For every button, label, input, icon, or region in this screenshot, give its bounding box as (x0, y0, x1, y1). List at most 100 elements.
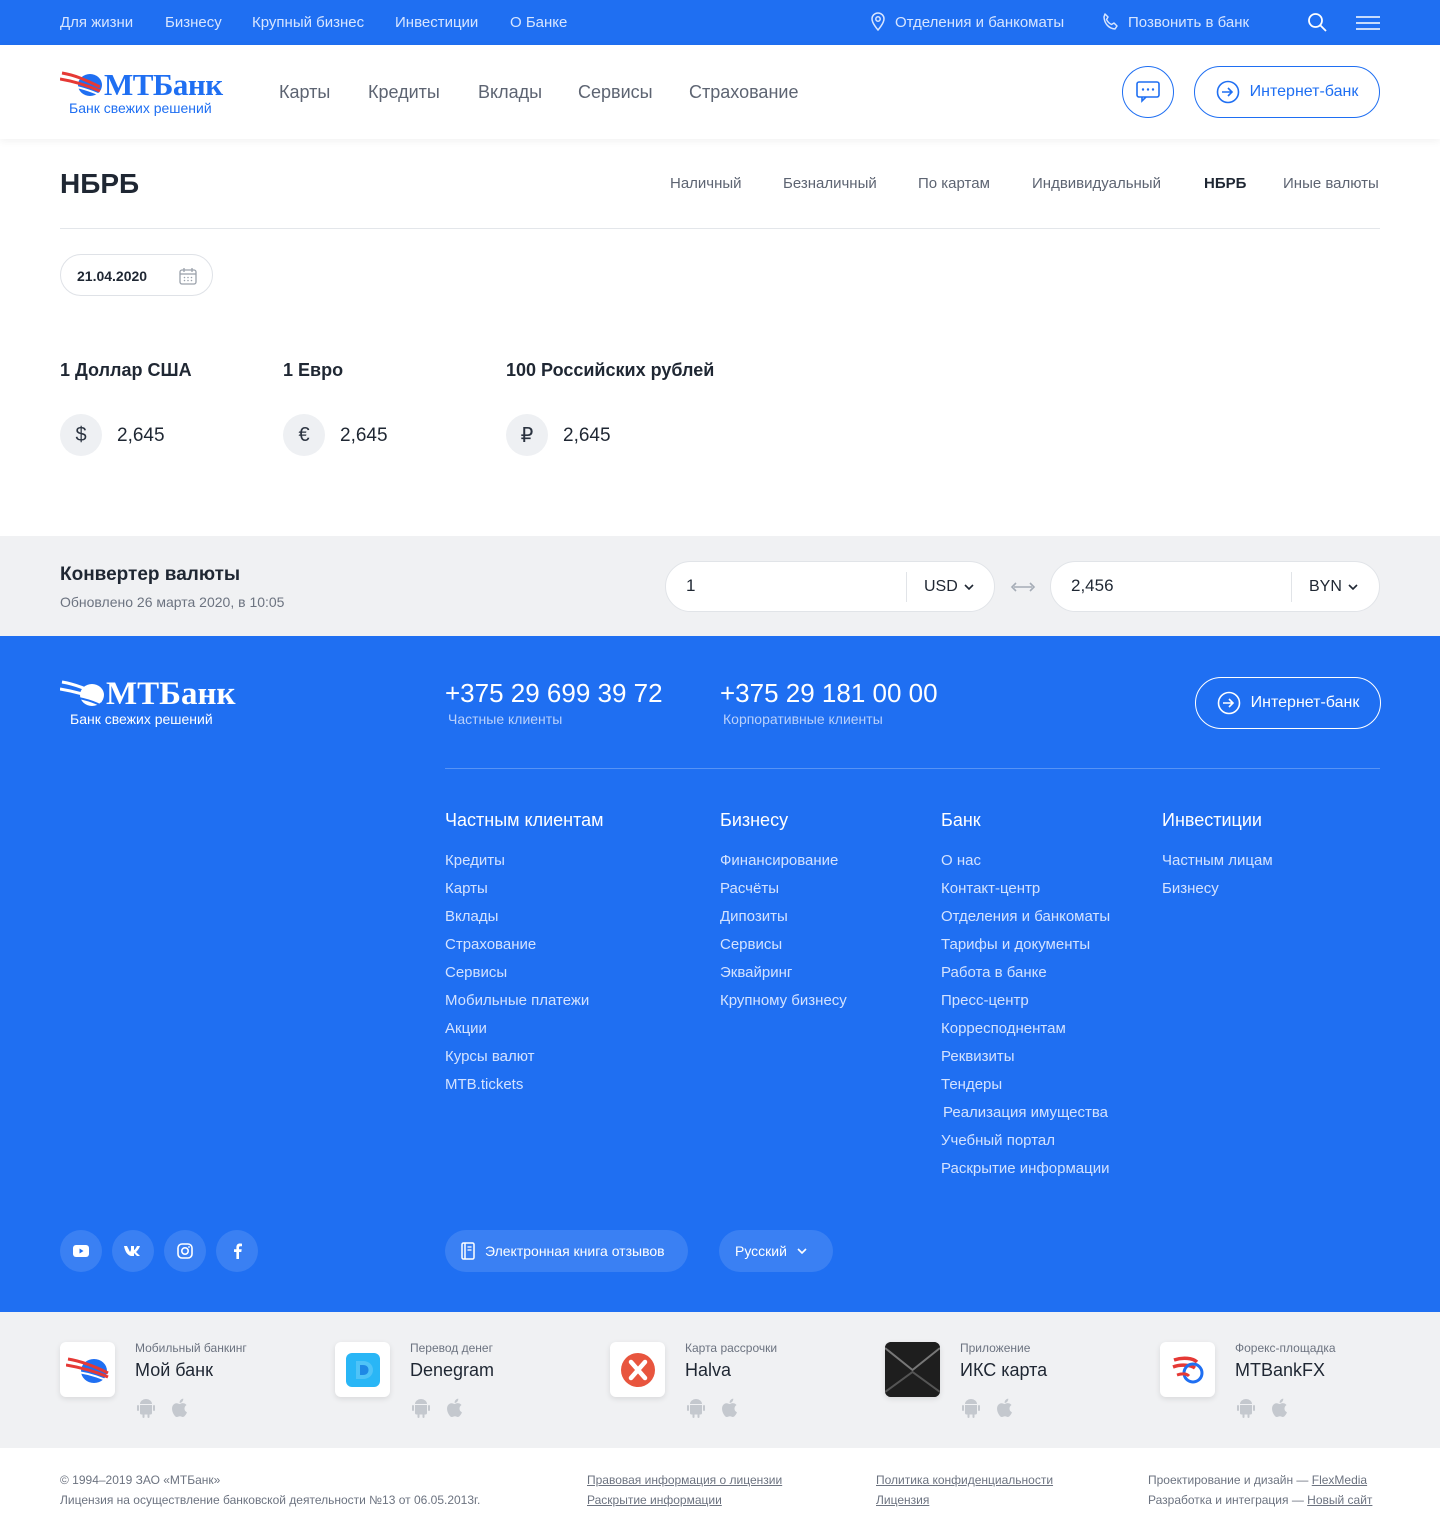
footer-link[interactable]: Финансирование (720, 852, 838, 869)
topbar-link-business[interactable]: Бизнесу (165, 14, 222, 31)
legal-info-link[interactable]: Правовая информация о лицензии (587, 1473, 782, 1487)
footer-link[interactable]: Тендеры (941, 1076, 1002, 1093)
tab-other-currencies[interactable]: Иные валюты (1283, 175, 1379, 192)
topbar-link-life[interactable]: Для жизни (60, 14, 133, 31)
calendar-icon[interactable] (179, 267, 197, 288)
topbar-link-about[interactable]: О Банке (510, 14, 567, 31)
footer-link[interactable]: Отделения и банкоматы (941, 908, 1110, 925)
footer-link[interactable]: MTB.tickets (445, 1076, 523, 1093)
swap-arrows-icon[interactable] (1010, 580, 1036, 598)
footer-link[interactable]: Мобильные платежи (445, 992, 589, 1009)
license-link[interactable]: Лицензия (876, 1493, 929, 1507)
tab-individual[interactable]: Индвивидуальный (1032, 175, 1161, 192)
footer-link[interactable]: Расчёты (720, 880, 779, 897)
apple-icon[interactable] (720, 1398, 738, 1423)
android-icon[interactable] (412, 1398, 430, 1423)
denegram-app-icon[interactable] (335, 1342, 390, 1397)
footer-link[interactable]: Сервисы (720, 936, 782, 953)
mtbankfx-app-icon[interactable] (1160, 1342, 1215, 1397)
tab-cash[interactable]: Наличный (670, 175, 742, 192)
nav-item-insurance[interactable]: Страхование (689, 82, 798, 103)
footer-link[interactable]: Учебный портал (941, 1132, 1055, 1149)
instagram-icon[interactable] (164, 1230, 206, 1272)
dev-prefix: Разработка и интеграция — (1148, 1493, 1308, 1507)
app-name: MTBankFX (1235, 1360, 1326, 1380)
disclosure-link[interactable]: Раскрытие информации (587, 1493, 722, 1507)
footer-link[interactable]: Бизнесу (1162, 880, 1219, 897)
halva-app-icon[interactable] (610, 1342, 665, 1397)
footer-link[interactable]: Страхование (445, 936, 536, 953)
footer-link[interactable]: Частным лицам (1162, 852, 1273, 869)
logo[interactable]: МТБанк Банк свежих решений (60, 67, 223, 119)
footer-link[interactable]: Корресподнентам (941, 1020, 1066, 1037)
footer-link[interactable]: Крупному бизнесу (720, 992, 847, 1009)
facebook-icon[interactable] (216, 1230, 258, 1272)
converter-from-currency-select[interactable]: USD (924, 578, 974, 596)
book-icon (461, 1242, 475, 1260)
converter-to-currency-select[interactable]: BYN (1309, 578, 1358, 596)
footer-col-invest-title: Инвестиции (1162, 810, 1262, 830)
topbar-branches-link[interactable]: Отделения и банкоматы (895, 14, 1064, 31)
youtube-icon[interactable] (60, 1230, 102, 1272)
topbar-link-investments[interactable]: Инвестиции (395, 14, 478, 31)
converter-from-input[interactable]: 1 (686, 576, 695, 596)
topbar-call-link[interactable]: Позвонить в банк (1128, 14, 1249, 31)
footer-link[interactable]: Сервисы (445, 964, 507, 981)
apple-icon[interactable] (995, 1398, 1013, 1423)
nav-item-deposits[interactable]: Вклады (478, 82, 542, 103)
footer-link[interactable]: Курсы валют (445, 1048, 535, 1065)
footer-logo[interactable]: МТБанк Банк свежих решений (60, 676, 236, 731)
apple-icon[interactable] (445, 1398, 463, 1423)
vk-icon[interactable] (112, 1230, 154, 1272)
android-icon[interactable] (962, 1398, 980, 1423)
from-currency-label: USD (924, 578, 958, 595)
footer-internet-bank-button[interactable]: Интернет-банк (1195, 677, 1381, 729)
footer-link[interactable]: Кредиты (445, 852, 505, 869)
chat-button[interactable] (1122, 66, 1174, 118)
footer-link[interactable]: Карты (445, 880, 488, 897)
nav-item-services[interactable]: Сервисы (578, 82, 653, 103)
nav-item-cards[interactable]: Карты (279, 82, 330, 103)
footer-link[interactable]: Реквизиты (941, 1048, 1015, 1065)
footer-link[interactable]: Эквайринг (720, 964, 792, 981)
privacy-link[interactable]: Политика конфиденциальности (876, 1473, 1053, 1487)
footer-link[interactable]: Реализация имущества (943, 1104, 1108, 1121)
phone-private[interactable]: +375 29 699 39 72 (445, 678, 663, 709)
nav-item-credits[interactable]: Кредиты (368, 82, 440, 103)
footer-link[interactable]: Контакт-центр (941, 880, 1040, 897)
tab-cards[interactable]: По картам (918, 175, 990, 192)
flexmedia-link[interactable]: FlexMedia (1312, 1473, 1367, 1487)
footer-link[interactable]: Пресс-центр (941, 992, 1029, 1009)
footer-link[interactable]: Тарифы и документы (941, 936, 1090, 953)
top-bar: Для жизни Бизнесу Крупный бизнес Инвести… (0, 0, 1440, 45)
new-site-link[interactable]: Новый сайт (1307, 1493, 1372, 1507)
search-icon[interactable] (1307, 12, 1328, 37)
android-icon[interactable] (687, 1398, 705, 1423)
internet-bank-button[interactable]: Интернет-банк (1194, 66, 1380, 118)
rate-eur-value: 2,645 (340, 425, 388, 446)
apps-section: Мобильный банкинг Мой банк Перевод денег… (0, 1312, 1440, 1448)
footer-link[interactable]: Дипозиты (720, 908, 788, 925)
footer-link[interactable]: Раскрытие информации (941, 1160, 1110, 1177)
logo-wordmark: МТБанк (104, 67, 223, 102)
topbar-link-corporate[interactable]: Крупный бизнес (252, 14, 364, 31)
tabs-divider (60, 228, 1380, 229)
footer-link[interactable]: Акции (445, 1020, 487, 1037)
language-select[interactable]: Русский (719, 1230, 833, 1272)
android-icon[interactable] (137, 1398, 155, 1423)
menu-icon[interactable] (1355, 15, 1381, 35)
date-picker[interactable]: 21.04.2020 (60, 254, 213, 296)
tab-noncash[interactable]: Безналичный (783, 175, 877, 192)
footer-link[interactable]: О нас (941, 852, 981, 869)
converter-to-input[interactable]: 2,456 (1071, 576, 1114, 596)
tab-nbrb[interactable]: НБРБ (1204, 175, 1246, 192)
apple-icon[interactable] (170, 1398, 188, 1423)
android-icon[interactable] (1237, 1398, 1255, 1423)
footer-link[interactable]: Вклады (445, 908, 498, 925)
my-bank-app-icon[interactable] (60, 1342, 115, 1397)
footer-link[interactable]: Работа в банке (941, 964, 1047, 981)
apple-icon[interactable] (1270, 1398, 1288, 1423)
x-card-app-icon[interactable] (885, 1342, 940, 1397)
phone-corporate[interactable]: +375 29 181 00 00 (720, 678, 938, 709)
reviews-book-button[interactable]: Электронная книга отзывов (445, 1230, 688, 1272)
